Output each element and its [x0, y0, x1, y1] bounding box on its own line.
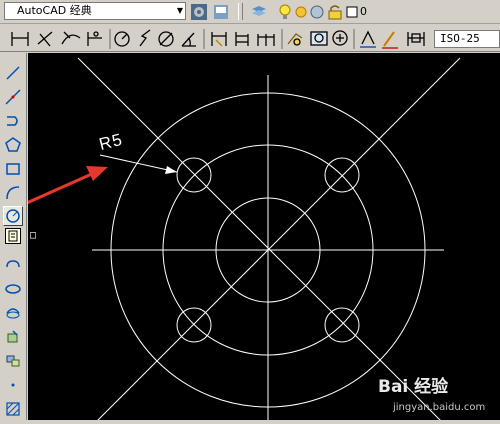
- angular-dimension-icon[interactable]: [181, 32, 196, 47]
- diagonal-centerline-1[interactable]: [77, 57, 460, 420]
- polyline-tool-icon[interactable]: [3, 111, 23, 131]
- dimension-toolbar: ISO-25: [0, 24, 500, 52]
- radius-dimension-icon[interactable]: [114, 31, 130, 47]
- tooltip-icon: [5, 228, 21, 244]
- ordinate-dimension-icon[interactable]: [87, 31, 102, 46]
- baseline-dimension-icon[interactable]: [235, 32, 249, 46]
- annotation-arrow-shaft: [28, 171, 95, 205]
- workspace-save-icon[interactable]: [212, 3, 230, 21]
- tolerance-icon[interactable]: [287, 33, 303, 46]
- dropdown-arrow-icon[interactable]: ▼: [177, 3, 183, 19]
- construction-line-icon[interactable]: [3, 87, 23, 107]
- baidu-watermark-logo: Bai 经验: [378, 372, 448, 397]
- ellipse-tool-icon[interactable]: [3, 279, 23, 299]
- workspace-dropdown[interactable]: AutoCAD 经典 ▼: [4, 2, 186, 20]
- current-layer-name[interactable]: 0: [360, 5, 367, 18]
- inspection-icon[interactable]: [332, 30, 348, 46]
- watermark-url: jingyan.baidu.com: [393, 402, 486, 413]
- rectangle-tool-icon[interactable]: [3, 159, 23, 179]
- lock-icon[interactable]: [326, 3, 344, 21]
- dimension-style-value: ISO-25: [440, 32, 480, 45]
- viewport-freeze-icon[interactable]: [308, 3, 326, 21]
- r5-leader-line[interactable]: [99, 154, 178, 173]
- revision-cloud-icon[interactable]: [3, 255, 23, 275]
- workspace-value: AutoCAD 经典: [17, 4, 92, 17]
- arc-tool-icon[interactable]: [3, 183, 23, 203]
- make-block-icon[interactable]: [3, 351, 23, 371]
- hatch-tool-icon[interactable]: [3, 399, 23, 419]
- diagonal-centerline-2[interactable]: [78, 57, 461, 420]
- dimension-style-dropdown[interactable]: ISO-25: [434, 30, 500, 48]
- dimension-edit-icon[interactable]: [360, 30, 376, 48]
- aligned-dimension-icon[interactable]: [37, 31, 53, 47]
- polygon-tool-icon[interactable]: [3, 135, 23, 155]
- arc-length-icon[interactable]: [61, 31, 81, 45]
- diameter-dimension-icon[interactable]: [158, 31, 174, 47]
- jogged-radius-icon[interactable]: [139, 29, 151, 47]
- workspace-settings-icon[interactable]: [190, 3, 208, 21]
- r5-leader-arrowhead: [165, 166, 177, 174]
- ellipse-arc-icon[interactable]: [3, 303, 23, 323]
- point-tool-icon[interactable]: [3, 375, 23, 395]
- workspaces-toolbar: AutoCAD 经典 ▼ 0: [0, 0, 500, 24]
- crosshair-cursor-icon: □: [30, 230, 37, 241]
- line-tool-icon[interactable]: [3, 63, 23, 83]
- center-mark-icon[interactable]: [310, 31, 328, 46]
- insert-block-icon[interactable]: [3, 327, 23, 347]
- flange-drawing: [28, 57, 461, 420]
- dimension-text-edit-icon[interactable]: [382, 31, 398, 49]
- circle-tool-icon[interactable]: [3, 206, 23, 226]
- layer-manager-icon[interactable]: [250, 3, 268, 21]
- quick-dimension-icon[interactable]: [211, 32, 227, 47]
- linear-dimension-icon[interactable]: [11, 32, 29, 46]
- toolbar-grip[interactable]: [238, 3, 243, 20]
- dimension-update-icon[interactable]: [407, 32, 425, 46]
- drawing-canvas[interactable]: R5 □: [28, 53, 500, 420]
- watermark-logo-text: Bai 经验: [378, 377, 449, 397]
- dimension-tools: [11, 29, 425, 49]
- continue-dimension-icon[interactable]: [257, 34, 275, 46]
